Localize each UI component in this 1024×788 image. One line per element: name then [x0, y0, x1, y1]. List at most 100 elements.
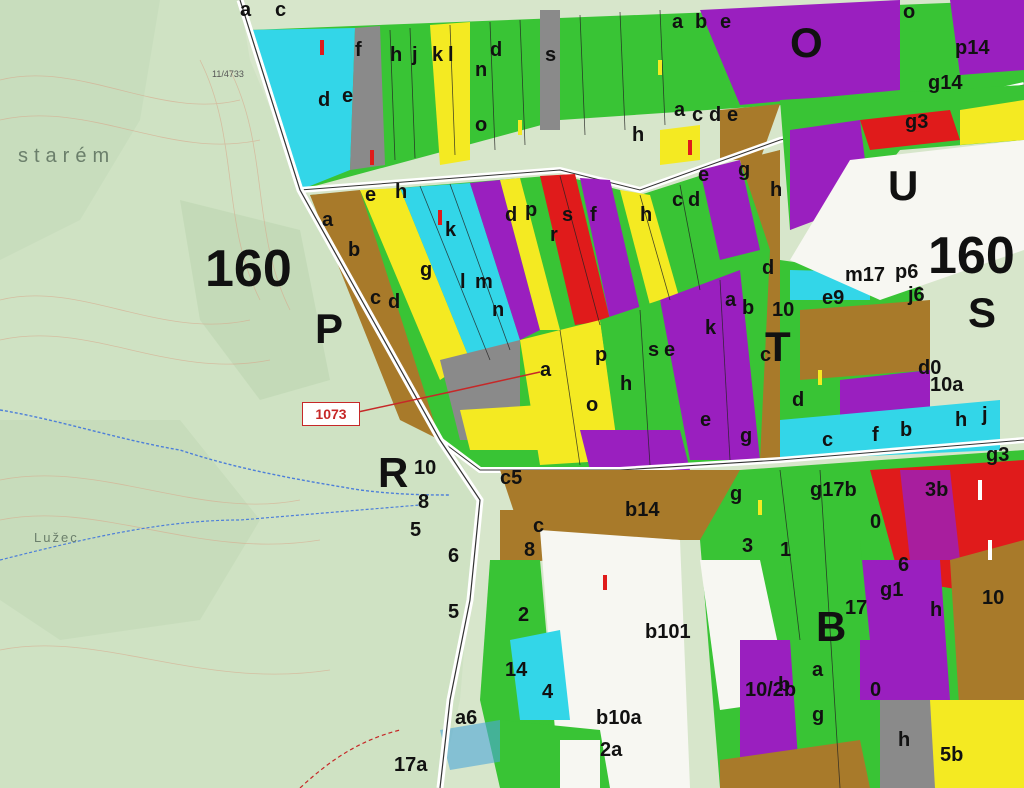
- sub-label: o: [903, 1, 916, 23]
- sub-label: 10a: [930, 374, 964, 396]
- sub-label: k: [705, 317, 717, 339]
- sub-label: 10: [982, 587, 1005, 609]
- sub-label: a: [812, 659, 824, 681]
- sub-label: d: [762, 257, 775, 279]
- stand-letter-s: S: [968, 289, 997, 336]
- sub-label: j6: [908, 284, 925, 306]
- sub-label: m17: [845, 264, 886, 286]
- sub-label: e: [700, 409, 712, 431]
- sub-label: s: [648, 339, 660, 361]
- sub-label: f: [355, 39, 362, 61]
- sub-label: c: [533, 515, 545, 537]
- sub-label: b: [900, 419, 913, 441]
- sub-label: s: [562, 204, 574, 226]
- sub-label: c: [760, 344, 772, 366]
- sub-label: l: [460, 271, 466, 293]
- sub-label: 6: [448, 545, 460, 567]
- sub-label: a: [240, 0, 252, 21]
- sub-label: d: [318, 89, 331, 111]
- sub-label: g: [740, 425, 753, 447]
- sub-label: o: [475, 114, 488, 136]
- sub-label: g: [812, 704, 825, 726]
- sub-label: b: [742, 297, 755, 319]
- sub-label: f: [872, 424, 879, 446]
- sub-label: b101: [645, 621, 691, 643]
- sub-label: g14: [928, 72, 963, 94]
- sub-label: h: [395, 181, 408, 203]
- sub-label: d: [505, 204, 518, 226]
- sub-label: c: [672, 189, 684, 211]
- sub-label: 6: [898, 554, 910, 576]
- sub-label: o: [586, 394, 599, 416]
- sub-label: d: [388, 291, 401, 313]
- sub-label: a: [672, 11, 684, 33]
- sub-label: h: [930, 599, 943, 621]
- sub-label: d: [709, 104, 722, 126]
- sub-label: e9: [822, 287, 845, 309]
- sub-label: 8: [524, 539, 536, 561]
- forest-map: 160 160 P S U O T R B starém Lužec 11/47…: [0, 0, 1024, 788]
- sub-label: d: [490, 39, 503, 61]
- sub-label: g3: [905, 111, 929, 133]
- sub-label: 1: [780, 539, 792, 561]
- sub-label: c: [692, 104, 704, 126]
- sub-label: c: [275, 0, 287, 21]
- sub-label: g3: [986, 444, 1010, 466]
- sub-label: p14: [955, 37, 990, 59]
- sub-label: e: [720, 11, 732, 33]
- parcel-callout-1073[interactable]: 1073: [302, 402, 360, 426]
- sub-label: a: [725, 289, 737, 311]
- sub-label: 2a: [600, 739, 623, 761]
- sub-label: d: [792, 389, 805, 411]
- sub-label: b14: [625, 499, 660, 521]
- sub-label: d: [688, 189, 701, 211]
- sub-label: g: [738, 159, 751, 181]
- sheet-reference: 11/4733: [212, 69, 244, 79]
- forest-group-label-west: 160: [205, 240, 292, 298]
- sub-label: e: [365, 184, 377, 206]
- sub-label: a: [540, 359, 552, 381]
- sub-label: e: [664, 339, 676, 361]
- sub-label: k: [445, 219, 457, 241]
- place-name-luzec: Lužec: [34, 530, 79, 545]
- sub-label: 8: [418, 491, 430, 513]
- sub-label: b: [348, 239, 361, 261]
- sub-label: g: [420, 259, 433, 281]
- sub-label: g1: [880, 579, 904, 601]
- place-name-starem: starém: [18, 145, 116, 167]
- sub-label: f: [590, 204, 597, 226]
- sub-label: e: [698, 164, 710, 186]
- sub-label: 5: [448, 601, 460, 623]
- sub-label: n: [492, 299, 505, 321]
- sub-label: h: [955, 409, 968, 431]
- sub-label: p: [525, 199, 538, 221]
- stand-letter-o: O: [790, 19, 823, 66]
- sub-label: s: [545, 44, 557, 66]
- sub-label: b10a: [596, 707, 642, 729]
- sub-label: a: [674, 99, 686, 121]
- sub-label: j: [412, 44, 418, 66]
- sub-label: 3b: [925, 479, 949, 501]
- sub-label: 3: [742, 535, 754, 557]
- sub-label: l: [448, 44, 454, 66]
- sub-label: 5b: [940, 744, 964, 766]
- sub-label: 10/2b: [745, 679, 797, 701]
- sub-label: g17b: [810, 479, 857, 501]
- sub-label: b: [695, 11, 708, 33]
- sub-label: 4: [542, 681, 554, 703]
- sub-label: r: [550, 224, 558, 246]
- sub-label: m: [475, 271, 493, 293]
- stand-letter-r: R: [378, 449, 409, 496]
- sub-label: h: [620, 373, 633, 395]
- sub-label: a6: [455, 707, 478, 729]
- sub-label: p6: [895, 261, 919, 283]
- stand-letter-p: P: [315, 305, 344, 352]
- stand-letter-b: B: [816, 603, 847, 650]
- forest-group-label-east: 160: [928, 227, 1015, 285]
- sub-label: p: [595, 344, 608, 366]
- sub-label: 0: [870, 679, 882, 701]
- sub-label: h: [390, 44, 403, 66]
- sub-label: n: [475, 59, 488, 81]
- sub-label: h: [632, 124, 645, 146]
- sub-label: 2: [518, 604, 530, 626]
